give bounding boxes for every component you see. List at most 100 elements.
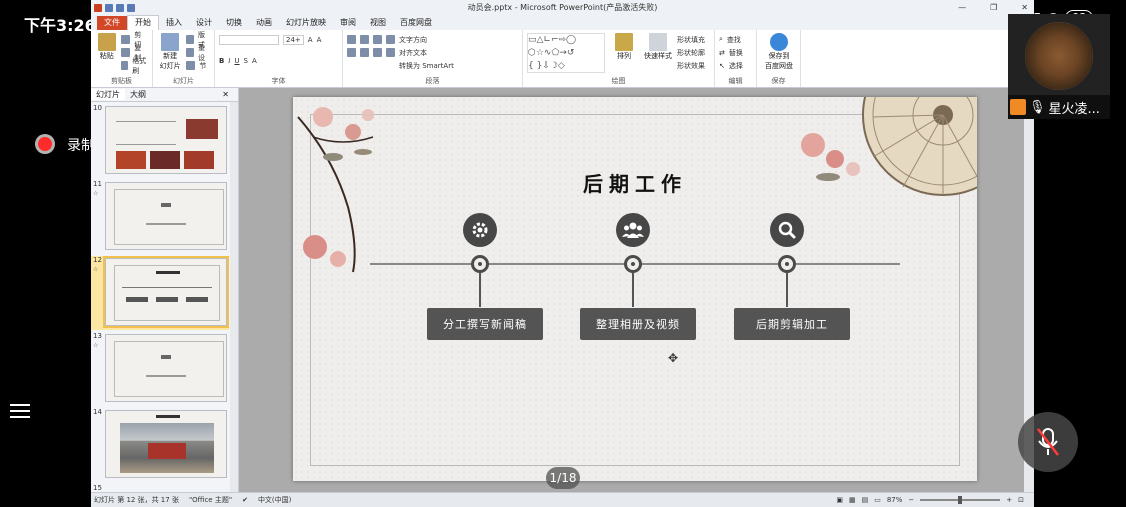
shapes-gallery[interactable]: ▭△∟⌐⇨◯ ⬡☆∿⬠→↺{ }⇩☽◇ xyxy=(527,33,605,73)
bullets-icon[interactable] xyxy=(347,35,356,44)
minimize-icon[interactable]: — xyxy=(958,3,966,12)
thumbnail-scrollbar[interactable] xyxy=(230,102,238,492)
reset-button[interactable]: 重设 xyxy=(186,44,210,62)
slide-editor: 后期工作 分工撰写新闻稿 整理相册及视频 后期剪辑加工 ✥ xyxy=(239,88,1026,492)
thumbnail-slide-12[interactable]: 12 ☆ xyxy=(91,256,229,330)
save-to-baidu-button[interactable]: 保存到 百度网盘 xyxy=(761,33,797,71)
thumbnail-slide-15[interactable]: 15 xyxy=(91,484,229,492)
tab-view[interactable]: 视图 xyxy=(363,16,393,30)
tab-design[interactable]: 设计 xyxy=(189,16,219,30)
shape-effects-button[interactable]: 形状效果 xyxy=(677,59,705,72)
find-icon: ⌕ xyxy=(719,35,723,43)
tab-outline-pane[interactable]: 大纲 xyxy=(125,89,151,100)
reading-view-icon[interactable]: ▤ xyxy=(862,496,869,504)
person-icon xyxy=(1010,99,1026,115)
phone-clock: 下午3:26 xyxy=(24,16,96,35)
recording-icon[interactable] xyxy=(38,137,52,151)
shape-fill-button[interactable]: 形状填充 xyxy=(677,33,705,46)
fit-slide-icon[interactable]: ⊡ xyxy=(1018,496,1024,504)
timeline-stem xyxy=(479,273,481,307)
format-painter-button[interactable]: 格式刷 xyxy=(121,57,148,75)
tab-home[interactable]: 开始 xyxy=(127,15,159,30)
item-box-3[interactable]: 后期剪辑加工 xyxy=(734,308,850,340)
thumbnail-slide-11[interactable]: 11 ☆ xyxy=(91,180,229,254)
italic-icon[interactable]: I xyxy=(228,57,230,65)
paste-button[interactable]: 粘贴 xyxy=(95,33,118,72)
zoom-out-icon[interactable]: − xyxy=(908,496,914,504)
slides-group: 新建 幻灯片 版式 重设 节 幻灯片 xyxy=(153,30,215,87)
tab-animations[interactable]: 动画 xyxy=(249,16,279,30)
slide-thumbnail-pane: 幻灯片 大纲 ✕ 10 11 ☆ 12 ☆ 13 ☆ 14 15 xyxy=(91,88,239,492)
reset-icon xyxy=(186,48,195,57)
align-text-button[interactable]: 对齐文本 xyxy=(399,48,427,58)
quick-styles-icon xyxy=(649,33,667,51)
quick-styles-button[interactable]: 快速样式 xyxy=(643,33,673,73)
arrange-button[interactable]: 排列 xyxy=(609,33,639,73)
menu-icon[interactable] xyxy=(10,400,30,422)
justify-icon[interactable] xyxy=(386,48,395,57)
align-left-icon[interactable] xyxy=(347,48,356,57)
bold-icon[interactable]: B xyxy=(219,57,224,65)
page-indicator: 1/18 xyxy=(546,467,580,489)
tab-baidu[interactable]: 百度网盘 xyxy=(393,16,439,30)
strikethrough-icon[interactable]: S xyxy=(244,57,248,65)
shape-outline-button[interactable]: 形状轮廓 xyxy=(677,46,705,59)
font-group: 24+ A A B I U S A 字体 xyxy=(215,30,343,87)
timeline-node xyxy=(778,255,796,273)
section-icon xyxy=(186,61,196,70)
thumbnail-slide-14[interactable]: 14 xyxy=(91,408,229,482)
close-icon[interactable]: ✕ xyxy=(1021,3,1028,12)
find-button[interactable]: ⌕ 查找 xyxy=(719,33,752,46)
font-size-input[interactable]: 24+ xyxy=(283,34,304,45)
title-bar: 动员会.pptx - Microsoft PowerPoint(产品激活失败) … xyxy=(91,0,1034,15)
slide-title[interactable]: 后期工作 xyxy=(293,168,977,197)
maximize-icon[interactable]: ❐ xyxy=(990,3,997,12)
tab-insert[interactable]: 插入 xyxy=(159,16,189,30)
spellcheck-icon[interactable]: ✔ xyxy=(242,496,248,504)
tab-slides-pane[interactable]: 幻灯片 xyxy=(91,89,125,100)
item-box-2[interactable]: 整理相册及视频 xyxy=(580,308,696,340)
zoom-slider[interactable] xyxy=(920,496,1001,504)
shrink-font-icon[interactable]: A xyxy=(317,36,322,44)
select-button[interactable]: ↖ 选择 xyxy=(719,59,752,72)
underline-icon[interactable]: U xyxy=(234,57,239,65)
tab-review[interactable]: 审阅 xyxy=(333,16,363,30)
font-name-input[interactable] xyxy=(219,34,279,45)
tab-slideshow[interactable]: 幻灯片放映 xyxy=(279,16,333,30)
new-slide-icon xyxy=(161,33,180,51)
pane-close-icon[interactable]: ✕ xyxy=(217,90,234,99)
text-direction-button[interactable]: 文字方向 xyxy=(399,35,427,45)
item-box-1[interactable]: 分工撰写新闻稿 xyxy=(427,308,543,340)
mic-small-icon: 🎙 xyxy=(1029,99,1046,115)
language-indicator[interactable]: 中文(中国) xyxy=(258,495,291,505)
align-right-icon[interactable] xyxy=(373,48,382,57)
normal-view-icon[interactable]: ▣ xyxy=(836,496,843,504)
thumbnail-slide-13[interactable]: 13 ☆ xyxy=(91,332,229,406)
font-color-icon[interactable]: A xyxy=(252,57,257,65)
indent-icon[interactable] xyxy=(373,35,382,44)
tab-file[interactable]: 文件 xyxy=(97,16,127,30)
mute-mic-button[interactable] xyxy=(1018,412,1078,472)
gear-icon xyxy=(463,213,497,247)
sorter-view-icon[interactable]: ▦ xyxy=(849,496,856,504)
zoom-level[interactable]: 87% xyxy=(887,496,903,504)
slide-count: 幻灯片 第 12 张，共 17 张 xyxy=(94,496,179,504)
smartart-button[interactable]: 转换为 SmartArt xyxy=(399,61,454,71)
grow-font-icon[interactable]: A xyxy=(308,36,313,44)
layout-icon xyxy=(186,35,195,44)
numbering-icon[interactable] xyxy=(360,35,369,44)
tab-transitions[interactable]: 切换 xyxy=(219,16,249,30)
zoom-in-icon[interactable]: + xyxy=(1006,496,1012,504)
search-icon xyxy=(770,213,804,247)
participant-video[interactable]: 🎙 星火凌... xyxy=(1008,14,1110,119)
current-slide[interactable]: 后期工作 分工撰写新闻稿 整理相册及视频 后期剪辑加工 ✥ xyxy=(293,97,977,481)
move-cursor-icon: ✥ xyxy=(668,351,679,365)
timeline-stem xyxy=(632,273,634,307)
replace-button[interactable]: ⇄ 替换 xyxy=(719,46,752,59)
new-slide-button[interactable]: 新建 幻灯片 xyxy=(157,33,183,72)
slideshow-view-icon[interactable]: ▭ xyxy=(874,496,881,504)
thumbnail-slide-10[interactable]: 10 xyxy=(91,104,229,178)
line-spacing-icon[interactable] xyxy=(386,35,395,44)
baidu-cloud-icon xyxy=(770,33,788,51)
align-center-icon[interactable] xyxy=(360,48,369,57)
